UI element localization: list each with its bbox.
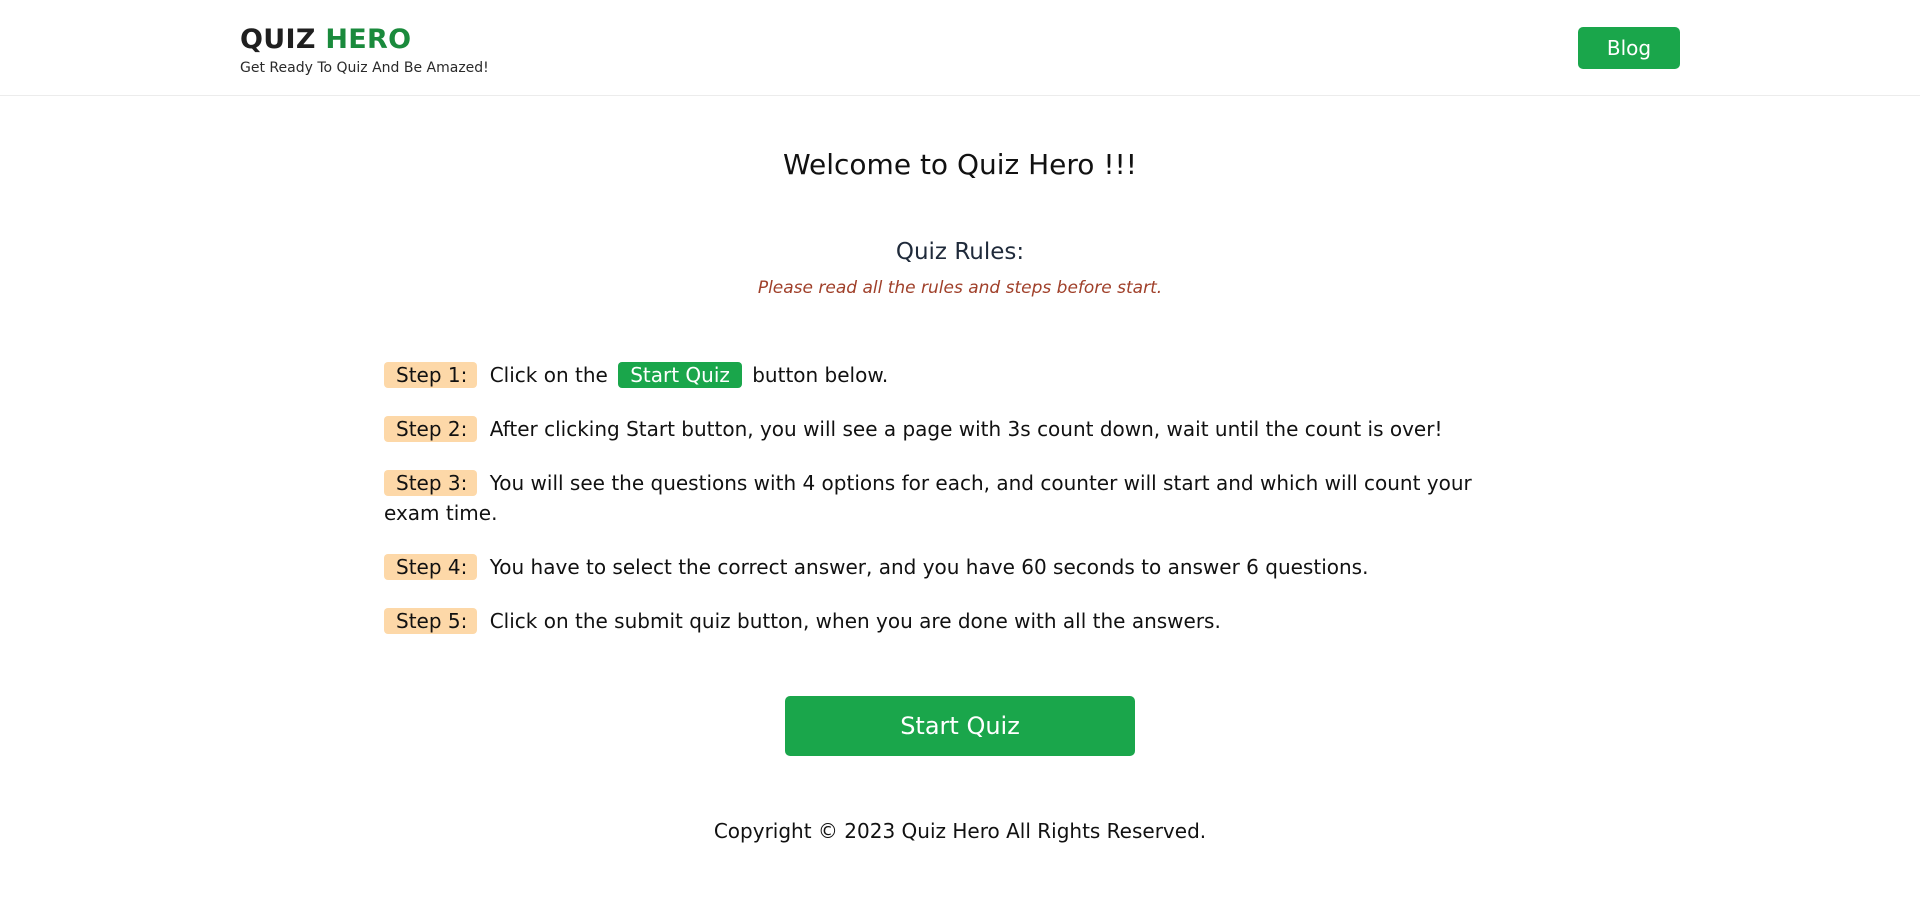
rules-heading: Quiz Rules: xyxy=(895,239,1025,265)
step-text: You have to select the correct answer, a… xyxy=(489,555,1369,579)
site-header: QUIZ HERO Get Ready To Quiz And Be Amaze… xyxy=(0,0,1920,96)
step-item: Step 2: After clicking Start button, you… xyxy=(384,414,1514,444)
welcome-heading: Welcome to Quiz Hero !!! xyxy=(782,148,1138,181)
step-text: button below. xyxy=(752,363,889,387)
step-item: Step 4: You have to select the correct a… xyxy=(384,552,1514,582)
inline-start-quiz-button[interactable]: Start Quiz xyxy=(618,362,742,388)
step-badge: Step 2: xyxy=(384,416,478,442)
step-text: Click on the submit quiz button, when yo… xyxy=(489,609,1221,633)
brand-hero-text: HERO xyxy=(325,24,412,55)
start-quiz-button[interactable]: Start Quiz xyxy=(785,696,1135,756)
brand[interactable]: QUIZ HERO Get Ready To Quiz And Be Amaze… xyxy=(240,25,489,77)
step-text: After clicking Start button, you will se… xyxy=(489,417,1443,441)
steps-list: Step 1: Click on the Start Quiz button b… xyxy=(384,360,1514,660)
step-badge: Step 1: xyxy=(384,362,478,388)
step-badge: Step 5: xyxy=(384,608,478,634)
step-badge: Step 3: xyxy=(384,470,478,496)
step-item: Step 1: Click on the Start Quiz button b… xyxy=(384,360,1514,390)
step-item: Step 3: You will see the questions with … xyxy=(384,468,1514,528)
brand-quiz-text: QUIZ xyxy=(240,24,316,55)
step-item: Step 5: Click on the submit quiz button,… xyxy=(384,606,1514,636)
step-badge: Step 4: xyxy=(384,554,478,580)
brand-logo[interactable]: QUIZ HERO xyxy=(240,25,489,55)
blog-button[interactable]: Blog xyxy=(1578,27,1680,69)
rules-note: Please read all the rules and steps befo… xyxy=(757,278,1163,298)
copyright-text: Copyright © 2023 Quiz Hero All Rights Re… xyxy=(713,819,1207,843)
step-text: You will see the questions with 4 option… xyxy=(384,471,1472,525)
step-text: Click on the xyxy=(489,363,608,387)
brand-tagline: Get Ready To Quiz And Be Amazed! xyxy=(240,60,489,76)
